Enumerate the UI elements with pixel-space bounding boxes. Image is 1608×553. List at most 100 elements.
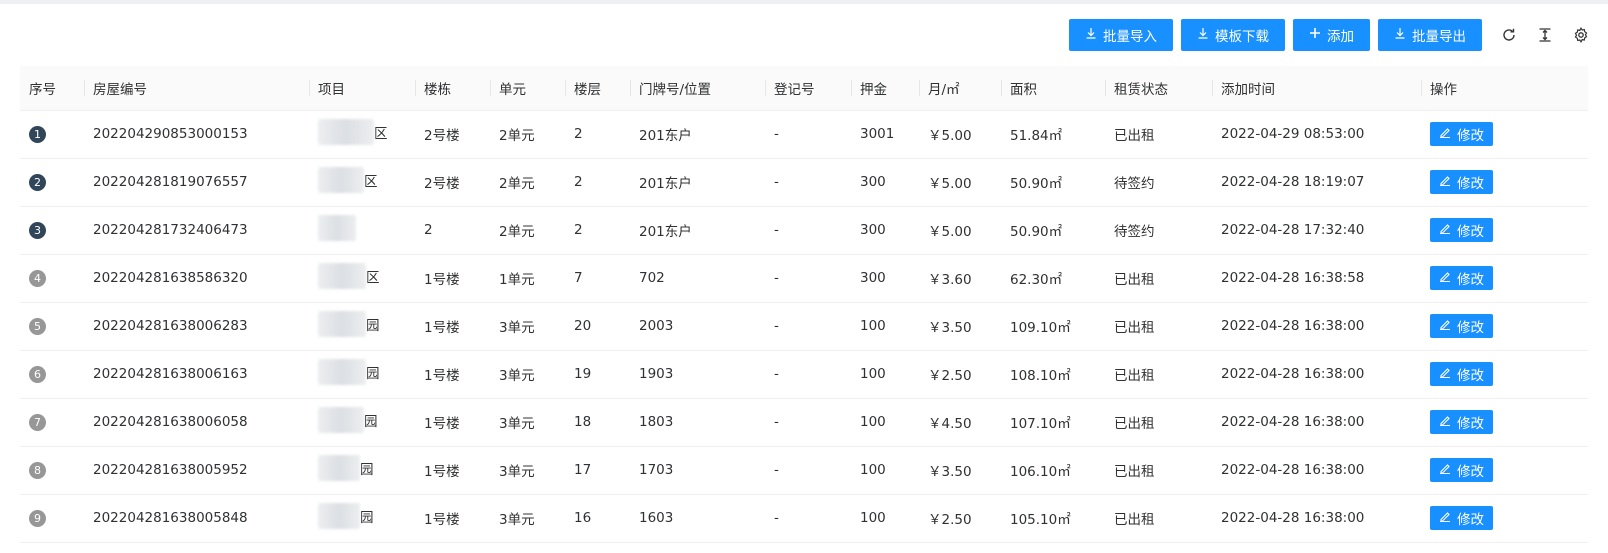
floor-cell: 2 <box>565 110 630 159</box>
batch-export-button[interactable]: 批量导出 <box>1378 19 1482 51</box>
area-cell: 50.90㎡ <box>1001 206 1105 255</box>
batch-export-label: 批量导出 <box>1412 29 1466 45</box>
register-number-cell: - <box>765 398 851 447</box>
edit-button[interactable]: 修改 <box>1430 362 1493 386</box>
added-time-cell: 2022-04-28 16:38:00 <box>1212 398 1421 447</box>
added-time-cell: 2022-04-29 08:53:00 <box>1212 110 1421 159</box>
price-cell: ￥4.50 <box>919 398 1001 447</box>
action-cell: 修改 <box>1421 206 1588 255</box>
action-cell: 修改 <box>1421 350 1588 399</box>
register-number-cell: - <box>765 350 851 399</box>
refresh-icon[interactable] <box>1500 26 1518 44</box>
project-cell: 区 <box>309 110 415 159</box>
edit-label: 修改 <box>1457 272 1484 288</box>
edit-label: 修改 <box>1457 368 1484 384</box>
deposit-cell: 300 <box>851 206 919 255</box>
location-cell: 2003 <box>630 302 765 351</box>
price-cell: ￥5.00 <box>919 206 1001 255</box>
redacted-block <box>318 167 364 193</box>
table-row: 4 202204281638586320 区 1号楼 1单元 7 702-300 ￥3.60 6… <box>20 254 1588 303</box>
deposit-cell: 100 <box>851 398 919 447</box>
column-header: 登记号 <box>765 66 851 111</box>
edit-button[interactable]: 修改 <box>1430 170 1493 194</box>
index-cell: 2 <box>20 158 84 207</box>
edit-icon <box>1439 222 1451 238</box>
building-cell: 2号楼 <box>415 110 490 159</box>
top-divider <box>0 0 1608 4</box>
table-row: 9 202204281638005848 园 1号楼 3单元 16 1603-100 ￥2.5… <box>20 494 1588 543</box>
edit-label: 修改 <box>1457 176 1484 192</box>
edit-icon <box>1439 366 1451 382</box>
table-row: 3 202204281732406473 2 2单元 2 201东户 -300 ￥5.00 50… <box>20 206 1588 255</box>
edit-button[interactable]: 修改 <box>1430 506 1493 530</box>
batch-import-button[interactable]: 批量导入 <box>1069 19 1173 51</box>
plus-icon <box>1309 27 1321 43</box>
edit-button[interactable]: 修改 <box>1430 458 1493 482</box>
project-name-suffix: 区 <box>374 126 388 142</box>
settings-icon[interactable] <box>1572 26 1590 44</box>
action-cell: 修改 <box>1421 494 1588 543</box>
house-number-cell: 202204281638586320 <box>84 254 309 303</box>
deposit-cell: 100 <box>851 446 919 495</box>
project-name-suffix: 园 <box>364 414 378 430</box>
location-cell: 1703 <box>630 446 765 495</box>
project-name-suffix: 区 <box>366 270 380 286</box>
deposit-cell: 300 <box>851 158 919 207</box>
edit-button[interactable]: 修改 <box>1430 314 1493 338</box>
rent-status-cell: 已出租 <box>1105 398 1212 447</box>
unit-cell: 2单元 <box>490 206 565 255</box>
redacted-block <box>318 263 366 289</box>
edit-button[interactable]: 修改 <box>1430 266 1493 290</box>
redacted-block <box>318 455 360 481</box>
area-cell: 62.30㎡ <box>1001 254 1105 303</box>
rent-status-cell: 已出租 <box>1105 302 1212 351</box>
building-cell: 1号楼 <box>415 494 490 543</box>
table-header-row: 序号 房屋编号 项目 楼栋 单元 楼层 门牌号/位置 登记号 押金 月/㎡ 面积… <box>20 66 1588 111</box>
index-badge: 1 <box>29 125 46 143</box>
column-header: 楼栋 <box>415 66 490 111</box>
floor-cell: 17 <box>565 446 630 495</box>
redacted-block <box>318 311 366 337</box>
building-cell: 2号楼 <box>415 158 490 207</box>
floor-cell: 7 <box>565 254 630 303</box>
edit-button[interactable]: 修改 <box>1430 410 1493 434</box>
column-header: 房屋编号 <box>84 66 309 111</box>
project-cell: 园 <box>309 446 415 495</box>
register-number-cell: - <box>765 494 851 543</box>
deposit-cell: 300 <box>851 254 919 303</box>
edit-icon <box>1439 510 1451 526</box>
project-name-suffix: 区 <box>364 174 378 190</box>
download-icon <box>1394 27 1406 43</box>
added-time-cell: 2022-04-28 16:38:58 <box>1212 254 1421 303</box>
area-cell: 51.84㎡ <box>1001 110 1105 159</box>
index-cell: 1 <box>20 110 84 159</box>
template-download-button[interactable]: 模板下载 <box>1181 19 1285 51</box>
index-cell: 5 <box>20 302 84 351</box>
rent-status-cell: 待签约 <box>1105 158 1212 207</box>
edit-button[interactable]: 修改 <box>1430 122 1493 146</box>
building-cell: 1号楼 <box>415 350 490 399</box>
download-icon <box>1197 27 1209 43</box>
column-height-icon[interactable] <box>1536 26 1554 44</box>
action-cell: 修改 <box>1421 302 1588 351</box>
edit-label: 修改 <box>1457 224 1484 240</box>
location-cell: 1603 <box>630 494 765 543</box>
edit-icon <box>1439 270 1451 286</box>
rent-status-cell: 已出租 <box>1105 110 1212 159</box>
floor-cell: 20 <box>565 302 630 351</box>
unit-cell: 3单元 <box>490 446 565 495</box>
edit-icon <box>1439 462 1451 478</box>
column-header: 门牌号/位置 <box>630 66 765 111</box>
unit-cell: 2单元 <box>490 110 565 159</box>
price-cell: ￥3.50 <box>919 302 1001 351</box>
redacted-block <box>318 407 364 433</box>
redacted-block <box>318 503 360 529</box>
project-cell: 园 <box>309 398 415 447</box>
action-cell: 修改 <box>1421 110 1588 159</box>
index-badge: 6 <box>29 365 46 383</box>
edit-button[interactable]: 修改 <box>1430 218 1493 242</box>
add-button[interactable]: 添加 <box>1293 19 1370 51</box>
building-cell: 1号楼 <box>415 446 490 495</box>
building-cell: 1号楼 <box>415 254 490 303</box>
house-number-cell: 202204281638005848 <box>84 494 309 543</box>
